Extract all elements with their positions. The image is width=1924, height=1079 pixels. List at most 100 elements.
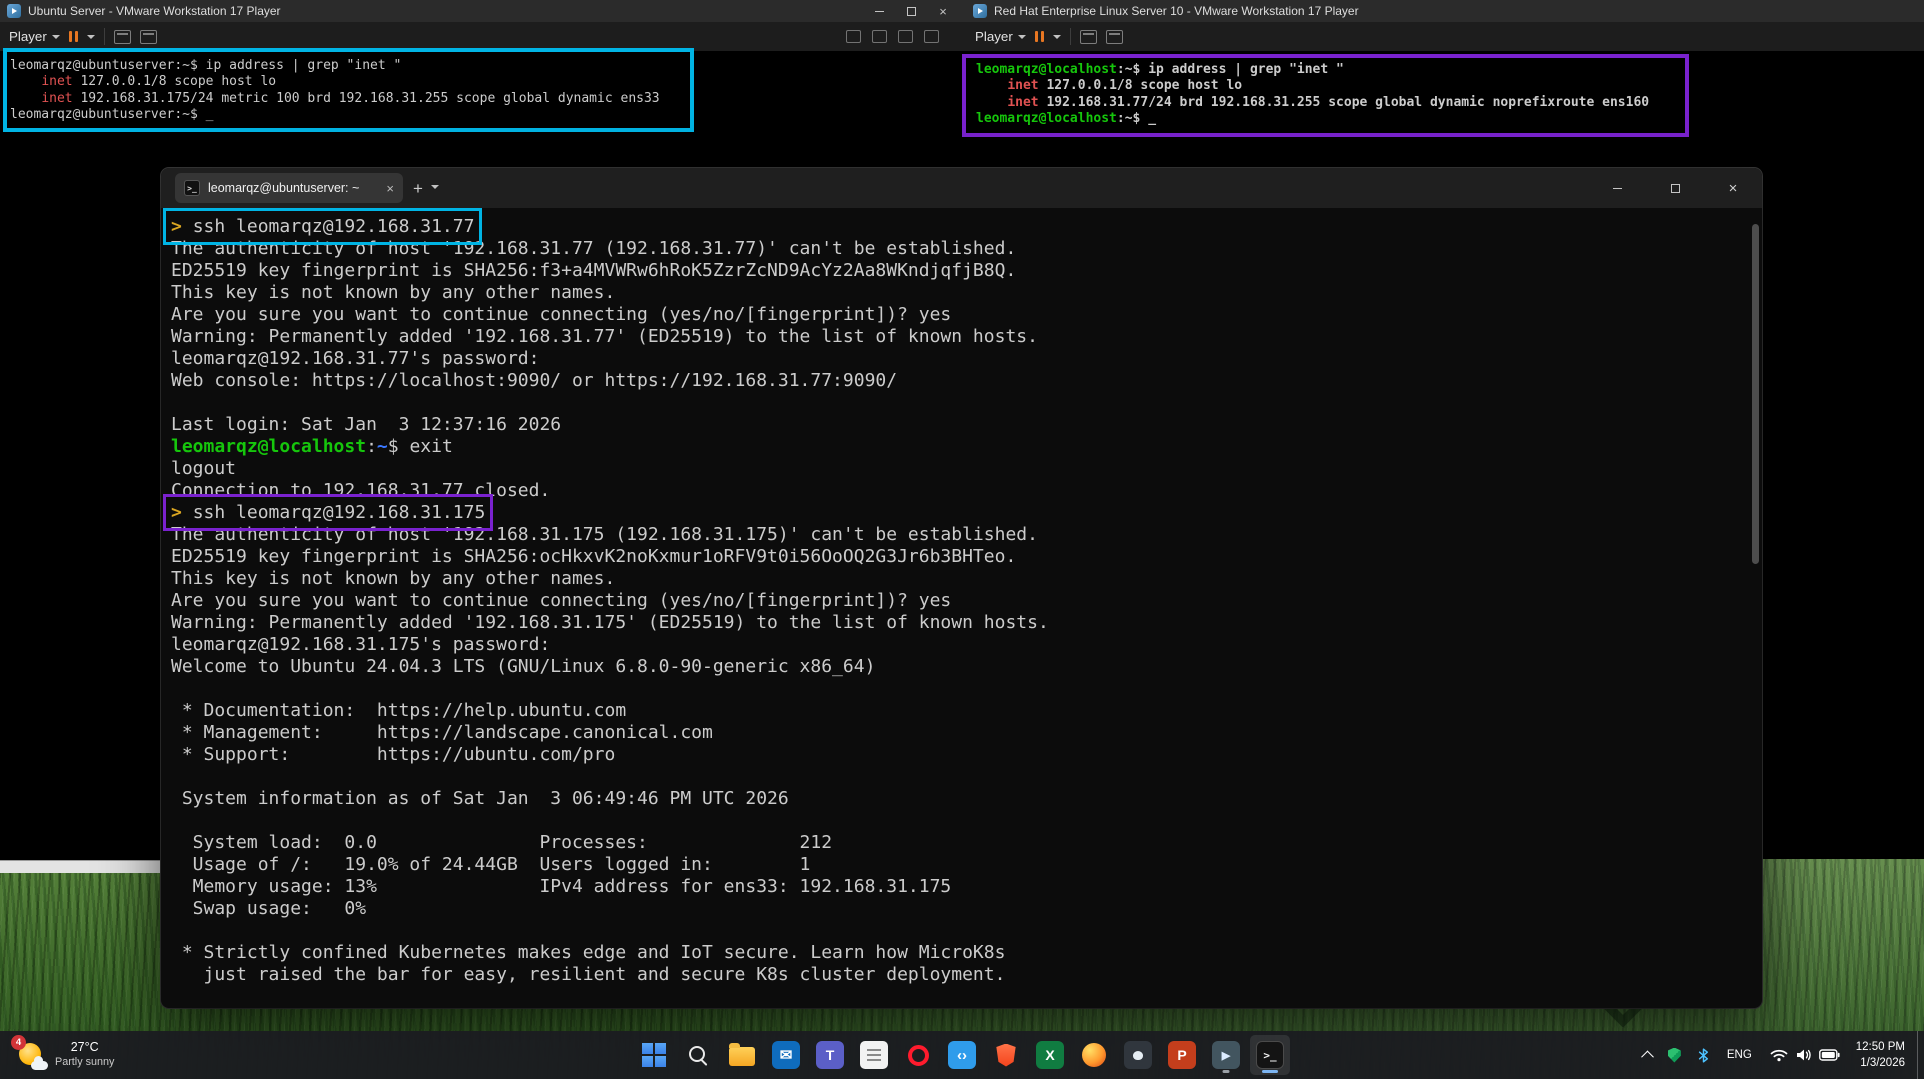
terminal-line: This key is not known by any other names… xyxy=(171,282,616,303)
minimize-icon xyxy=(1612,187,1622,189)
terminal-line: inet 127.0.0.1/8 scope host lo xyxy=(1007,78,1243,94)
language-indicator[interactable]: ENG xyxy=(1719,1035,1760,1075)
file-explorer-icon xyxy=(729,1043,755,1066)
github-desktop-icon xyxy=(1124,1041,1152,1069)
terminal-line: > ssh leomarqz@192.168.31.77 xyxy=(162,208,1762,245)
taskbar-icon-outlook[interactable]: ✉ xyxy=(766,1035,806,1075)
excel-icon: X xyxy=(1036,1041,1064,1069)
weather-widget[interactable]: 4 27°C Partly sunny xyxy=(4,1031,126,1079)
taskbar-icon-opera[interactable] xyxy=(898,1035,938,1075)
terminal-line: * Management: https://landscape.canonica… xyxy=(171,722,713,743)
annotation-highlight-purple: > ssh leomarqz@192.168.31.175 xyxy=(162,494,494,531)
terminal-tab[interactable]: >_ leomarqz@ubuntuserver: ~ × xyxy=(175,173,403,203)
annotation-highlight-cyan: > ssh leomarqz@192.168.31.77 xyxy=(162,208,483,245)
clock[interactable]: 12:50 PM 1/3/2026 xyxy=(1850,1035,1915,1075)
shield-icon xyxy=(1667,1047,1681,1063)
terminal-line: leomarqz@localhost:~$ _ xyxy=(976,110,1157,126)
taskbar-icon-vscode[interactable]: ‹› xyxy=(942,1035,982,1075)
player-menu-button[interactable]: Player xyxy=(9,29,60,44)
terminal-line: leomarqz@ubuntuserver:~$ ip address | gr… xyxy=(10,58,402,73)
vmware-ubuntu-title: Ubuntu Server - VMware Workstation 17 Pl… xyxy=(28,4,281,18)
network-volume-battery-group[interactable] xyxy=(1762,1035,1848,1075)
security-shield-icon[interactable] xyxy=(1661,1035,1688,1075)
terminal-line: leomarqz@192.168.31.77's password: xyxy=(171,348,540,369)
suspend-options-chevron-icon[interactable] xyxy=(87,34,96,43)
clock-date: 1/3/2026 xyxy=(1860,1057,1905,1069)
new-tab-button[interactable]: + xyxy=(413,180,423,197)
notification-badge: 4 xyxy=(11,1035,26,1050)
cd-dvd-icon[interactable] xyxy=(872,30,887,43)
vm-close-button[interactable]: × xyxy=(927,0,959,22)
fullscreen-button[interactable] xyxy=(1106,29,1124,44)
vmware-rhel-toolbar: Player xyxy=(966,22,1924,52)
show-desktop-button[interactable] xyxy=(1917,1031,1922,1079)
terminal-content[interactable]: > ssh leomarqz@192.168.31.77 The authenti… xyxy=(161,208,1762,1008)
taskbar-icon-brave[interactable] xyxy=(986,1035,1026,1075)
terminal-maximize-button[interactable] xyxy=(1646,168,1704,208)
suspend-options-chevron-icon[interactable] xyxy=(1053,34,1062,43)
terminal-line: Welcome to Ubuntu 24.04.3 LTS (GNU/Linux… xyxy=(171,656,876,677)
terminal-line: ED25519 key fingerprint is SHA256:f3+a4M… xyxy=(171,260,1017,281)
terminal-line: leomarqz@192.168.31.175's password: xyxy=(171,634,551,655)
weather-icon: 4 xyxy=(11,1035,48,1070)
terminal-line: logout xyxy=(171,458,237,479)
tray-chevron-up-icon[interactable] xyxy=(1636,1035,1659,1075)
taskbar-icon-firefox[interactable] xyxy=(1074,1035,1114,1075)
taskbar-icon-vmware-workstation[interactable]: ▶ xyxy=(1206,1035,1246,1075)
outlook-icon: ✉ xyxy=(772,1041,800,1069)
vmware-workstation-icon: ▶ xyxy=(1212,1041,1240,1069)
terminal-line: inet 192.168.31.77/24 brd 192.168.31.255… xyxy=(1007,94,1650,110)
network-adapter-icon[interactable] xyxy=(898,30,913,43)
send-ctrl-alt-del-button[interactable] xyxy=(114,29,132,44)
vmware-rhel-titlebar: Red Hat Enterprise Linux Server 10 - VMw… xyxy=(966,0,1924,22)
suspend-vm-button[interactable] xyxy=(68,31,79,42)
sound-device-icon[interactable] xyxy=(924,30,939,43)
suspend-vm-button[interactable] xyxy=(1034,31,1045,42)
vm-screen-rhel[interactable]: leomarqz@localhost:~$ ip address | grep … xyxy=(966,52,1924,127)
terminal-line: * Strictly confined Kubernetes makes edg… xyxy=(171,942,1006,963)
tab-close-icon[interactable]: × xyxy=(386,181,394,196)
bluetooth-icon[interactable] xyxy=(1690,1035,1717,1075)
toolbar-divider xyxy=(1070,28,1072,45)
chevron-down-icon xyxy=(1017,34,1026,43)
terminal-line: > ssh leomarqz@192.168.31.175 xyxy=(162,494,1762,531)
wifi-icon xyxy=(1770,1049,1788,1062)
terminal-scrollbar[interactable] xyxy=(1752,214,1759,1000)
send-ctrl-alt-del-button[interactable] xyxy=(1080,29,1098,44)
vm-screen-ubuntu[interactable]: leomarqz@ubuntuserver:~$ ip address | gr… xyxy=(0,52,966,123)
vmware-ubuntu-titlebar: Ubuntu Server - VMware Workstation 17 Pl… xyxy=(0,0,966,22)
vm-maximize-button[interactable] xyxy=(895,0,927,22)
scrollbar-thumb[interactable] xyxy=(1752,224,1759,564)
terminal-close-button[interactable]: × xyxy=(1704,168,1762,208)
taskbar-icon-github-desktop[interactable] xyxy=(1118,1035,1158,1075)
terminal-minimize-button[interactable] xyxy=(1588,168,1646,208)
fullscreen-button[interactable] xyxy=(140,29,158,44)
terminal-icon: >_ xyxy=(1256,1041,1284,1069)
taskbar-icon-teams[interactable]: T xyxy=(810,1035,850,1075)
vm-minimize-button[interactable] xyxy=(863,0,895,22)
terminal-line: * Support: https://ubuntu.com/pro xyxy=(171,744,616,765)
terminal-icon: >_ xyxy=(184,180,200,196)
taskbar-icon-excel[interactable]: X xyxy=(1030,1035,1070,1075)
battery-icon xyxy=(1818,1049,1840,1061)
taskbar-icon-notepad[interactable] xyxy=(854,1035,894,1075)
taskbar-icon-terminal[interactable]: >_ xyxy=(1250,1035,1290,1075)
tab-dropdown-button[interactable] xyxy=(430,181,439,196)
taskbar-icon-file-explorer[interactable] xyxy=(722,1035,762,1075)
cloud-icon xyxy=(31,1056,48,1070)
terminal-titlebar[interactable]: >_ leomarqz@ubuntuserver: ~ × + × xyxy=(161,168,1762,208)
taskbar-icon-search[interactable] xyxy=(678,1035,718,1075)
taskbar-icon-start[interactable] xyxy=(634,1035,674,1075)
taskbar-icon-powerpoint[interactable]: P xyxy=(1162,1035,1202,1075)
vm-right-terminal: leomarqz@localhost:~$ ip address | grep … xyxy=(966,52,1924,127)
terminal-line: System load: 0.0 Processes: 212 xyxy=(171,832,833,853)
terminal-line: Memory usage: 13% IPv4 address for ens33… xyxy=(171,876,952,897)
hard-disk-icon[interactable] xyxy=(846,30,861,43)
player-menu-button[interactable]: Player xyxy=(975,29,1026,44)
vm-left-terminal: leomarqz@ubuntuserver:~$ ip address | gr… xyxy=(0,52,966,123)
terminal-line: Connection to 192.168.31.77 closed. xyxy=(171,480,551,501)
terminal-tab-title: leomarqz@ubuntuserver: ~ xyxy=(208,181,360,195)
terminal-line: The authenticity of host '192.168.31.77 … xyxy=(171,238,1017,259)
firefox-icon xyxy=(1082,1043,1106,1067)
